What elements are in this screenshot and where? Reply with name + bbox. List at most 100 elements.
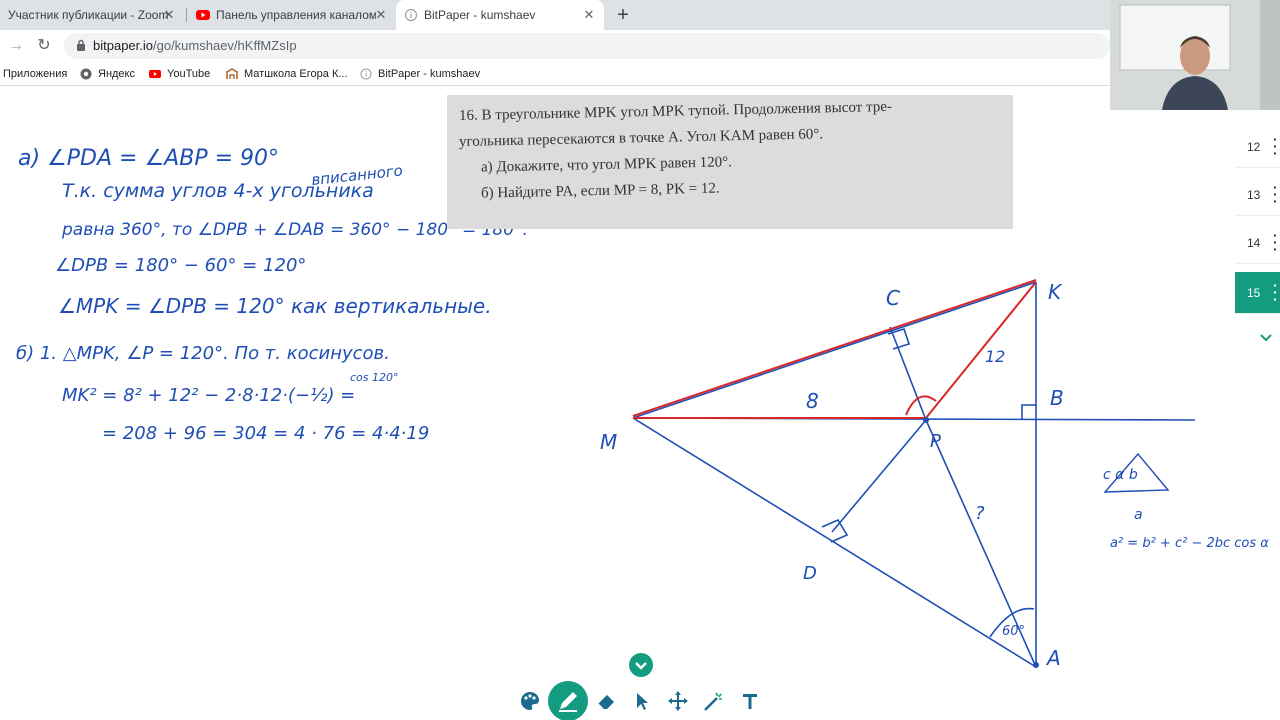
- eraser-tool[interactable]: [588, 683, 624, 719]
- more-icon[interactable]: · · ·: [1273, 180, 1278, 208]
- bookmark-label: Приложения: [3, 68, 68, 80]
- palette-tool[interactable]: [512, 683, 548, 719]
- page-number: 14: [1247, 236, 1261, 250]
- line-pd: [831, 419, 927, 533]
- line-mc: [632, 281, 1037, 419]
- note-line-7: MK² = 8² + 12² − 2·8·12·(−½) =: [62, 385, 355, 406]
- chevron-down-icon: [635, 662, 647, 670]
- tab-bar: Участник публикации - Zoom ✕ Панель упра…: [0, 0, 1280, 30]
- laser-pointer-icon: [704, 692, 722, 711]
- more-icon[interactable]: · · ·: [1273, 228, 1278, 256]
- label-p: P: [930, 431, 941, 452]
- pen-tool[interactable]: [548, 681, 588, 720]
- page-thumbnail[interactable]: 14 · · ·: [1235, 222, 1280, 264]
- chevron-down-icon[interactable]: [1258, 330, 1274, 346]
- right-angle-d: [821, 518, 849, 543]
- new-tab-button[interactable]: +: [612, 4, 634, 26]
- label-pk: 12: [985, 347, 1005, 366]
- tab-title: Участник публикации - Zoom: [8, 8, 169, 22]
- tab-zoom[interactable]: Участник публикации - Zoom ✕: [0, 0, 184, 30]
- note-line-5: ∠MPK = ∠DPB = 120° как вертикальные.: [58, 294, 492, 318]
- line-ma: [632, 417, 1037, 668]
- bookmark-apps[interactable]: Приложения: [3, 66, 67, 82]
- drawing-toolbar: [512, 681, 768, 720]
- note-line-4: ∠DPB = 180° − 60° = 120°: [55, 255, 306, 276]
- screen: Участник публикации - Zoom ✕ Панель упра…: [0, 0, 1280, 720]
- tab-bitpaper[interactable]: BitPaper - kumshaev ✕: [396, 0, 604, 30]
- palette-icon: [521, 692, 539, 710]
- youtube-icon: [196, 10, 210, 20]
- forward-icon[interactable]: →: [5, 35, 27, 57]
- bookmark-youtube[interactable]: YouTube: [149, 66, 210, 82]
- problem-image[interactable]: 16. В треугольнике MPK угол MPK тупой. П…: [447, 95, 1013, 229]
- label-c: C: [886, 286, 900, 310]
- close-icon[interactable]: ✕: [162, 8, 176, 22]
- webcam-video: [1110, 0, 1280, 110]
- note-line-8: = 208 + 96 = 304 = 4 · 76 = 4·4·19: [102, 423, 429, 444]
- bookmark-label: Яндекс: [98, 68, 135, 80]
- label-a: A: [1045, 646, 1061, 670]
- point-p: [923, 417, 929, 423]
- close-icon[interactable]: ✕: [582, 8, 596, 22]
- whiteboard-canvas[interactable]: а) ∠PDA = ∠ABP = 90° вписанного Т.к. сум…: [0, 87, 1280, 720]
- tab-title: Панель управления каналом - Y: [216, 8, 376, 22]
- collapse-toolbar-button[interactable]: [629, 653, 653, 677]
- text-tool[interactable]: [732, 683, 768, 719]
- info-icon: [404, 8, 418, 22]
- right-angle-b: [1021, 404, 1036, 420]
- more-icon[interactable]: · · ·: [1273, 132, 1278, 160]
- close-icon[interactable]: ✕: [374, 8, 388, 22]
- label-b: B: [1050, 386, 1064, 410]
- url-text: bitpaper.io/go/kumshaev/hKffMZsIp: [93, 38, 297, 53]
- bookmarks-bar: Приложения Яндекс YouTube Матшкола Егора…: [0, 62, 1280, 86]
- presenter-video: [1110, 0, 1280, 110]
- note-line-2: Т.к. сумма углов 4-х угольника: [62, 180, 374, 202]
- globe-icon: [80, 68, 92, 80]
- info-icon: [360, 68, 372, 80]
- note-line-6: б) 1. △MPK, ∠P = 120°. По т. косинусов.: [16, 343, 390, 364]
- label-mp: 8: [806, 389, 819, 413]
- red-mk: [632, 279, 1037, 417]
- red-pk: [925, 281, 1037, 419]
- tab-youtube-studio[interactable]: Панель управления каналом - Y ✕: [188, 0, 396, 30]
- note-line-1: а) ∠PDA = ∠ABP = 90°: [18, 146, 279, 171]
- address-bar[interactable]: bitpaper.io/go/kumshaev/hKffMZsIp: [64, 33, 1110, 59]
- side-note-1: c α b: [1103, 467, 1138, 483]
- select-tool[interactable]: [624, 683, 660, 719]
- url-host: bitpaper.io: [93, 38, 153, 53]
- page-number: 12: [1247, 140, 1261, 154]
- label-pa: ?: [975, 503, 985, 524]
- reload-icon[interactable]: ↻: [33, 35, 55, 57]
- tab-separator: [186, 8, 187, 22]
- url-path: /go/kumshaev/hKffMZsIp: [153, 38, 297, 53]
- tab-title: BitPaper - kumshaev: [424, 8, 536, 22]
- bookmark-label: Матшкола Егора К...: [244, 68, 348, 80]
- school-icon: [226, 68, 238, 79]
- bookmark-bitpaper[interactable]: BitPaper - kumshaev: [360, 66, 480, 82]
- side-note-2: a: [1134, 507, 1143, 523]
- eraser-icon: [597, 695, 614, 710]
- side-note-3: a² = b² + c² − 2bc cos α: [1110, 536, 1269, 551]
- cursor-icon: [637, 693, 648, 710]
- bookmark-yandex[interactable]: Яндекс: [80, 66, 135, 82]
- label-d: D: [803, 563, 817, 584]
- page-number: 15: [1247, 286, 1261, 300]
- laser-tool[interactable]: [696, 683, 732, 719]
- move-tool[interactable]: [660, 683, 696, 719]
- browser-toolbar: → ↻ bitpaper.io/go/kumshaev/hKffMZsIp: [0, 30, 1280, 62]
- text-icon: [743, 694, 757, 709]
- page-thumbnail-active[interactable]: 15 · · ·: [1235, 272, 1280, 314]
- page-number: 13: [1247, 188, 1261, 202]
- label-k: K: [1048, 280, 1063, 304]
- page-thumbnail[interactable]: 13 · · ·: [1235, 174, 1280, 216]
- note-line-6b: cos 120°: [350, 371, 399, 384]
- pen-icon: [559, 692, 577, 712]
- move-icon: [668, 691, 688, 711]
- label-m: M: [600, 430, 617, 454]
- page-thumbnail[interactable]: 12 · · ·: [1235, 126, 1280, 168]
- youtube-icon: [149, 70, 161, 78]
- lock-icon: [77, 39, 85, 51]
- bookmark-matshkola[interactable]: Матшкола Егора К...: [226, 66, 348, 82]
- label-angle-a: 60°: [1002, 624, 1025, 639]
- more-icon[interactable]: · · ·: [1273, 278, 1278, 306]
